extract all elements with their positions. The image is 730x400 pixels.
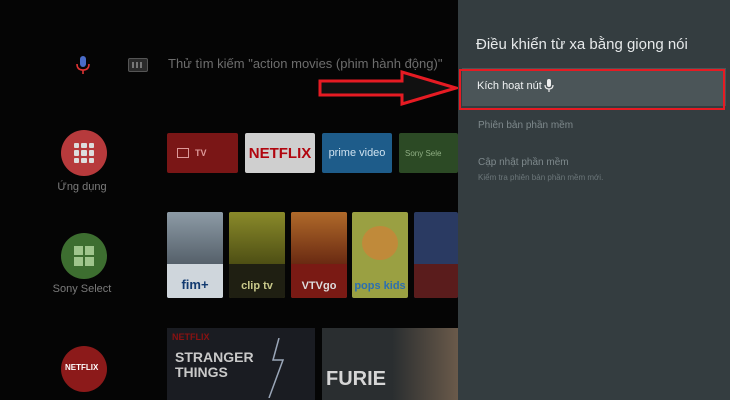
software-update-item[interactable]: Cập nhật phần mềm: [478, 157, 569, 168]
channel-tile-sony-select[interactable]: Sony Sele: [399, 133, 458, 173]
search-hint: Thử tìm kiếm "action movies (phim hành đ…: [168, 56, 443, 71]
tv-home-screen: Thử tìm kiếm "action movies (phim hành đ…: [0, 0, 458, 400]
content-title: STRANGER THINGS: [175, 349, 254, 380]
channel-label: TV: [195, 148, 207, 158]
pointer-arrow-icon: [318, 70, 458, 106]
card-label: VTVgo: [301, 280, 337, 292]
app-card-htv[interactable]: [414, 212, 458, 298]
app-card-fim[interactable]: fim+: [167, 212, 223, 298]
app-card-clip-tv[interactable]: clip tv: [229, 212, 285, 298]
app-card-pops-kids[interactable]: pops kids: [352, 212, 408, 298]
content-card-furie[interactable]: FURIE: [322, 328, 458, 400]
channel-tile-prime-video[interactable]: prime video: [322, 133, 392, 173]
netflix-logo: NETFLIX: [65, 363, 99, 372]
highlight-box: [459, 69, 725, 110]
software-version-item[interactable]: Phiên bản phần mềm: [478, 120, 573, 131]
channel-label: prime video: [328, 147, 386, 159]
app-card-vtvgo[interactable]: VTVgo: [291, 212, 347, 298]
software-update-subtitle: Kiểm tra phiên bản phần mềm mới.: [478, 173, 604, 182]
lightning-icon: [268, 338, 285, 398]
sony-select-icon: [74, 246, 94, 266]
sony-select-button[interactable]: [61, 233, 107, 279]
channel-label: NETFLIX: [248, 144, 312, 162]
netflix-app-button[interactable]: NETFLIX: [61, 346, 107, 392]
mic-icon[interactable]: [74, 54, 92, 76]
keyboard-icon[interactable]: [128, 58, 148, 72]
tv-icon: [177, 148, 189, 158]
sony-select-label: Sony Select: [52, 283, 112, 295]
panel-title: Điều khiển từ xa bằng giọng nói: [476, 36, 688, 53]
channel-tile-tv[interactable]: TV: [167, 133, 238, 173]
card-label: clip tv: [241, 280, 273, 292]
voice-remote-panel: Điều khiển từ xa bằng giọng nói Kích hoạ…: [458, 0, 730, 400]
apps-label: Ứng dụng: [57, 181, 107, 193]
card-label: pops kids: [354, 280, 406, 292]
channel-label: Sony Sele: [405, 148, 442, 158]
apps-button[interactable]: [61, 130, 107, 176]
channel-tile-netflix[interactable]: NETFLIX: [245, 133, 315, 173]
grid-icon: [74, 143, 94, 163]
netflix-badge: NETFLIX: [172, 332, 210, 342]
card-label: fim+: [181, 277, 209, 292]
content-title: FURIE: [326, 368, 386, 390]
content-card-stranger-things[interactable]: NETFLIX STRANGER THINGS: [167, 328, 315, 400]
